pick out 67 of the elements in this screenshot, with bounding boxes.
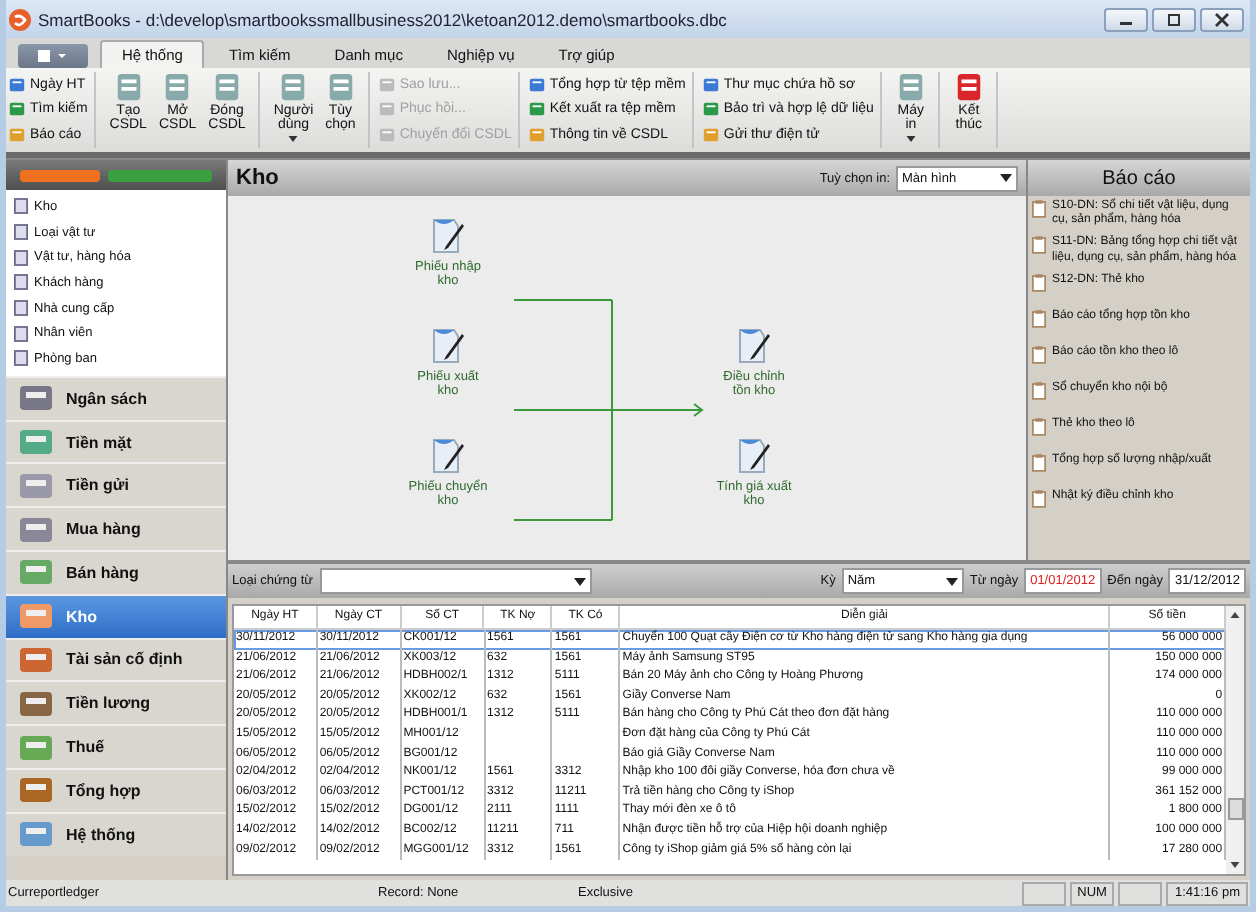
command-icon <box>527 126 546 145</box>
status-panel <box>1118 881 1163 905</box>
maximize-button[interactable] <box>1152 7 1196 31</box>
close-icon <box>1212 11 1232 27</box>
command-icon <box>527 75 546 94</box>
panel-title: Kho <box>236 166 279 190</box>
module-nav-item[interactable]: Mua hàng <box>6 506 226 550</box>
close-button[interactable] <box>1200 7 1244 31</box>
clipboard-icon <box>1032 489 1046 508</box>
module-nav-item[interactable]: Ngân sách <box>6 375 226 420</box>
document-pen-icon[interactable] <box>428 326 468 366</box>
command-icon <box>701 100 720 119</box>
module-nav-item[interactable]: Kho <box>6 593 226 638</box>
document-pen-icon[interactable] <box>734 326 774 366</box>
command-icon <box>113 72 144 102</box>
module-nav-item[interactable]: Hệ thống <box>6 811 226 856</box>
command-icon <box>377 75 396 94</box>
caret-icon <box>1000 174 1012 182</box>
module-nav-item[interactable]: Tài sản cố định <box>6 637 226 681</box>
clipboard-icon <box>1032 345 1046 364</box>
module-nav-item[interactable]: Tiền gửi <box>6 462 226 507</box>
command-icon <box>701 126 720 145</box>
command-icon <box>377 126 396 145</box>
app-logo-icon <box>8 7 32 31</box>
module-nav-item[interactable]: Tổng hợp <box>6 767 226 812</box>
minimize-button[interactable] <box>1104 7 1148 31</box>
command-icon <box>325 72 356 102</box>
command-icon <box>8 100 26 119</box>
status-panel <box>1021 881 1066 905</box>
scroll-up-icon <box>1230 612 1240 618</box>
module-icon <box>18 424 54 460</box>
vertical-scrollbar[interactable] <box>1226 606 1244 874</box>
command-icon <box>377 100 396 119</box>
caret-icon <box>288 135 299 142</box>
document-pen-icon[interactable] <box>734 436 774 476</box>
command-icon <box>895 72 926 102</box>
app-menu-button[interactable] <box>18 44 88 68</box>
command-icon <box>278 72 309 102</box>
doc-type-dropdown[interactable] <box>319 568 592 594</box>
clipboard-icon <box>1032 309 1046 328</box>
command-icon <box>953 72 984 102</box>
module-nav-item[interactable]: Bán hàng <box>6 550 226 594</box>
command-icon <box>8 75 26 94</box>
module-nav-item[interactable]: Thuế <box>6 724 226 768</box>
document-pen-icon[interactable] <box>428 436 468 476</box>
command-icon <box>212 72 242 102</box>
command-icon <box>8 126 26 145</box>
clipboard-icon <box>1032 381 1046 400</box>
clipboard-icon <box>1032 200 1046 218</box>
clipboard-icon <box>1032 417 1046 436</box>
clipboard-icon <box>1032 453 1046 472</box>
command-icon <box>527 100 546 119</box>
caret-icon <box>945 577 958 585</box>
module-nav-item[interactable]: Tiền mặt <box>6 419 226 463</box>
clipboard-icon <box>1032 273 1046 292</box>
caret-icon <box>905 135 916 142</box>
clipboard-icon <box>1032 236 1046 255</box>
command-icon <box>701 75 720 94</box>
module-nav-item[interactable]: Tiền lương <box>6 680 226 725</box>
caret-icon <box>573 577 586 585</box>
reports-title: Báo cáo <box>1102 167 1176 189</box>
scrollbar-thumb[interactable] <box>1228 798 1244 820</box>
command-icon <box>162 72 193 102</box>
scroll-down-icon <box>1230 862 1240 868</box>
document-pen-icon[interactable] <box>428 216 468 256</box>
window-title: SmartBooks - d:\develop\smartbookssmallbusiness2012\ketoan2012.demo\smartbooks.dbc <box>38 9 727 29</box>
maximize-icon <box>1164 13 1184 25</box>
